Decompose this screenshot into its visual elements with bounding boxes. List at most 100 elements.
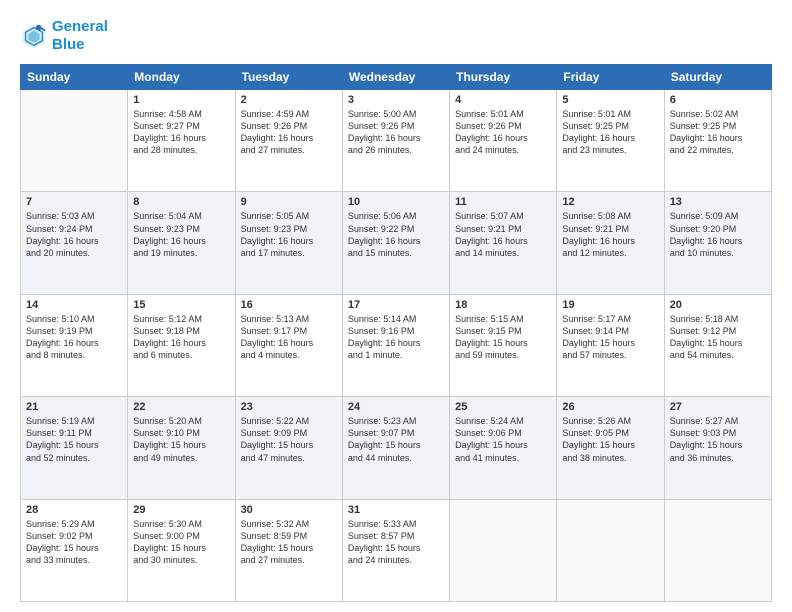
day-number: 12 (562, 196, 658, 208)
day-info: Sunrise: 5:02 AM Sunset: 9:25 PM Dayligh… (670, 108, 766, 157)
calendar-cell: 14 Sunrise: 5:10 AM Sunset: 9:19 PM Dayli… (21, 294, 128, 396)
calendar-cell: 20 Sunrise: 5:18 AM Sunset: 9:12 PM Dayli… (664, 294, 771, 396)
day-number: 9 (241, 196, 337, 208)
calendar-cell: 27 Sunrise: 5:27 AM Sunset: 9:03 PM Dayli… (664, 397, 771, 499)
calendar-cell (664, 499, 771, 601)
day-number: 27 (670, 401, 766, 413)
day-number: 20 (670, 299, 766, 311)
weekday-header-thursday: Thursday (450, 65, 557, 90)
calendar-cell: 29 Sunrise: 5:30 AM Sunset: 9:00 PM Dayli… (128, 499, 235, 601)
weekday-header-friday: Friday (557, 65, 664, 90)
week-row-0: 1 Sunrise: 4:58 AM Sunset: 9:27 PM Daylig… (21, 90, 772, 192)
day-number: 22 (133, 401, 229, 413)
page: General Blue SundayMondayTuesdayWednesda… (0, 0, 792, 612)
day-number: 4 (455, 94, 551, 106)
calendar-cell: 30 Sunrise: 5:32 AM Sunset: 8:59 PM Dayli… (235, 499, 342, 601)
logo-text: General Blue (52, 18, 108, 54)
calendar-cell: 15 Sunrise: 5:12 AM Sunset: 9:18 PM Dayli… (128, 294, 235, 396)
day-number: 29 (133, 504, 229, 516)
weekday-header-sunday: Sunday (21, 65, 128, 90)
day-number: 15 (133, 299, 229, 311)
calendar-cell: 25Sunrise: 5:24 AM Sunset: 9:06 PM Dayli… (450, 397, 557, 499)
weekday-header-wednesday: Wednesday (342, 65, 449, 90)
day-number: 11 (455, 196, 551, 208)
calendar-cell: 13 Sunrise: 5:09 AM Sunset: 9:20 PM Dayli… (664, 192, 771, 294)
day-info: Sunrise: 5:30 AM Sunset: 9:00 PM Dayligh… (133, 518, 229, 567)
weekday-header-row: SundayMondayTuesdayWednesdayThursdayFrid… (21, 65, 772, 90)
day-info: Sunrise: 5:09 AM Sunset: 9:20 PM Dayligh… (670, 210, 766, 259)
day-number: 8 (133, 196, 229, 208)
calendar-cell: 28Sunrise: 5:29 AM Sunset: 9:02 PM Dayli… (21, 499, 128, 601)
calendar-cell: 23Sunrise: 5:22 AM Sunset: 9:09 PM Dayli… (235, 397, 342, 499)
day-info: Sunrise: 5:19 AM Sunset: 9:11 PM Dayligh… (26, 415, 122, 464)
day-number: 1 (133, 94, 229, 106)
day-info: Sunrise: 5:24 AM Sunset: 9:06 PM Dayligh… (455, 415, 551, 464)
day-number: 10 (348, 196, 444, 208)
day-info: Sunrise: 4:58 AM Sunset: 9:27 PM Dayligh… (133, 108, 229, 157)
calendar-cell: 26 Sunrise: 5:26 AM Sunset: 9:05 PM Dayli… (557, 397, 664, 499)
calendar-cell: 9 Sunrise: 5:05 AM Sunset: 9:23 PM Daylig… (235, 192, 342, 294)
day-number: 3 (348, 94, 444, 106)
calendar-cell: 10Sunrise: 5:06 AM Sunset: 9:22 PM Dayli… (342, 192, 449, 294)
day-info: Sunrise: 4:59 AM Sunset: 9:26 PM Dayligh… (241, 108, 337, 157)
day-number: 14 (26, 299, 122, 311)
day-number: 26 (562, 401, 658, 413)
weekday-header-tuesday: Tuesday (235, 65, 342, 90)
day-number: 16 (241, 299, 337, 311)
day-info: Sunrise: 5:10 AM Sunset: 9:19 PM Dayligh… (26, 313, 122, 362)
week-row-4: 28Sunrise: 5:29 AM Sunset: 9:02 PM Dayli… (21, 499, 772, 601)
calendar-cell (21, 90, 128, 192)
day-info: Sunrise: 5:00 AM Sunset: 9:26 PM Dayligh… (348, 108, 444, 157)
day-info: Sunrise: 5:01 AM Sunset: 9:26 PM Dayligh… (455, 108, 551, 157)
calendar-cell: 16 Sunrise: 5:13 AM Sunset: 9:17 PM Dayli… (235, 294, 342, 396)
day-number: 17 (348, 299, 444, 311)
day-info: Sunrise: 5:32 AM Sunset: 8:59 PM Dayligh… (241, 518, 337, 567)
day-number: 7 (26, 196, 122, 208)
day-number: 21 (26, 401, 122, 413)
calendar-cell: 19Sunrise: 5:17 AM Sunset: 9:14 PM Dayli… (557, 294, 664, 396)
calendar-cell: 1 Sunrise: 4:58 AM Sunset: 9:27 PM Daylig… (128, 90, 235, 192)
calendar-cell: 7 Sunrise: 5:03 AM Sunset: 9:24 PM Daylig… (21, 192, 128, 294)
calendar-cell: 18Sunrise: 5:15 AM Sunset: 9:15 PM Dayli… (450, 294, 557, 396)
day-info: Sunrise: 5:27 AM Sunset: 9:03 PM Dayligh… (670, 415, 766, 464)
calendar-cell: 21 Sunrise: 5:19 AM Sunset: 9:11 PM Dayli… (21, 397, 128, 499)
day-info: Sunrise: 5:14 AM Sunset: 9:16 PM Dayligh… (348, 313, 444, 362)
day-number: 5 (562, 94, 658, 106)
day-info: Sunrise: 5:20 AM Sunset: 9:10 PM Dayligh… (133, 415, 229, 464)
calendar-cell (450, 499, 557, 601)
day-info: Sunrise: 5:23 AM Sunset: 9:07 PM Dayligh… (348, 415, 444, 464)
day-info: Sunrise: 5:13 AM Sunset: 9:17 PM Dayligh… (241, 313, 337, 362)
day-info: Sunrise: 5:26 AM Sunset: 9:05 PM Dayligh… (562, 415, 658, 464)
day-number: 13 (670, 196, 766, 208)
calendar-cell: 12 Sunrise: 5:08 AM Sunset: 9:21 PM Dayli… (557, 192, 664, 294)
day-info: Sunrise: 5:04 AM Sunset: 9:23 PM Dayligh… (133, 210, 229, 259)
day-info: Sunrise: 5:12 AM Sunset: 9:18 PM Dayligh… (133, 313, 229, 362)
calendar-cell: 31 Sunrise: 5:33 AM Sunset: 8:57 PM Dayli… (342, 499, 449, 601)
calendar-cell: 17 Sunrise: 5:14 AM Sunset: 9:16 PM Dayli… (342, 294, 449, 396)
calendar-cell: 2Sunrise: 4:59 AM Sunset: 9:26 PM Daylig… (235, 90, 342, 192)
week-row-1: 7 Sunrise: 5:03 AM Sunset: 9:24 PM Daylig… (21, 192, 772, 294)
calendar-cell: 3 Sunrise: 5:00 AM Sunset: 9:26 PM Daylig… (342, 90, 449, 192)
week-row-2: 14 Sunrise: 5:10 AM Sunset: 9:19 PM Dayli… (21, 294, 772, 396)
day-number: 23 (241, 401, 337, 413)
day-info: Sunrise: 5:01 AM Sunset: 9:25 PM Dayligh… (562, 108, 658, 157)
day-info: Sunrise: 5:18 AM Sunset: 9:12 PM Dayligh… (670, 313, 766, 362)
logo: General Blue (20, 18, 108, 54)
calendar-cell (557, 499, 664, 601)
calendar-cell: 8 Sunrise: 5:04 AM Sunset: 9:23 PM Daylig… (128, 192, 235, 294)
day-info: Sunrise: 5:08 AM Sunset: 9:21 PM Dayligh… (562, 210, 658, 259)
day-number: 18 (455, 299, 551, 311)
day-number: 31 (348, 504, 444, 516)
day-info: Sunrise: 5:03 AM Sunset: 9:24 PM Dayligh… (26, 210, 122, 259)
day-number: 30 (241, 504, 337, 516)
day-info: Sunrise: 5:05 AM Sunset: 9:23 PM Dayligh… (241, 210, 337, 259)
day-info: Sunrise: 5:17 AM Sunset: 9:14 PM Dayligh… (562, 313, 658, 362)
header: General Blue (20, 18, 772, 54)
day-info: Sunrise: 5:07 AM Sunset: 9:21 PM Dayligh… (455, 210, 551, 259)
weekday-header-saturday: Saturday (664, 65, 771, 90)
day-number: 28 (26, 504, 122, 516)
day-info: Sunrise: 5:33 AM Sunset: 8:57 PM Dayligh… (348, 518, 444, 567)
day-number: 6 (670, 94, 766, 106)
day-number: 24 (348, 401, 444, 413)
calendar-cell: 11 Sunrise: 5:07 AM Sunset: 9:21 PM Dayli… (450, 192, 557, 294)
